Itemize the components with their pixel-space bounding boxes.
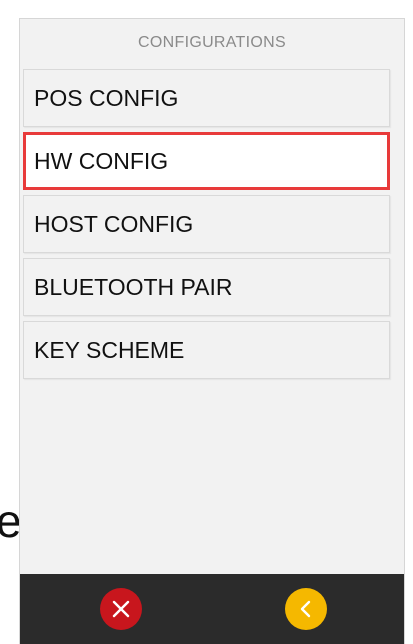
configurations-screen: CONFIGURATIONS POS CONFIG HW CONFIG HOST…: [19, 18, 405, 644]
menu-item-pos-config[interactable]: POS CONFIG: [23, 69, 390, 127]
cancel-button[interactable]: [100, 588, 142, 630]
menu-item-hw-config[interactable]: HW CONFIG: [23, 132, 390, 190]
menu-item-label: HW CONFIG: [34, 147, 169, 174]
close-icon: [112, 600, 130, 618]
menu-item-label: KEY SCHEME: [34, 336, 185, 363]
back-button[interactable]: [285, 588, 327, 630]
footer-bar: [20, 574, 404, 644]
menu-item-label: BLUETOOTH PAIR: [34, 273, 233, 300]
menu-item-host-config[interactable]: HOST CONFIG: [23, 195, 390, 253]
menu-item-bluetooth-pair[interactable]: BLUETOOTH PAIR: [23, 258, 390, 316]
page-title: CONFIGURATIONS: [138, 34, 286, 51]
screenshot: e. CONFIGURATIONS POS CONFIG HW CONFIG H…: [0, 0, 413, 644]
chevron-left-icon: [300, 600, 311, 618]
menu-item-label: POS CONFIG: [34, 84, 179, 111]
configuration-menu: POS CONFIG HW CONFIG HOST CONFIG BLUETOO…: [23, 69, 390, 384]
menu-item-key-scheme[interactable]: KEY SCHEME: [23, 321, 390, 379]
menu-item-label: HOST CONFIG: [34, 210, 194, 237]
